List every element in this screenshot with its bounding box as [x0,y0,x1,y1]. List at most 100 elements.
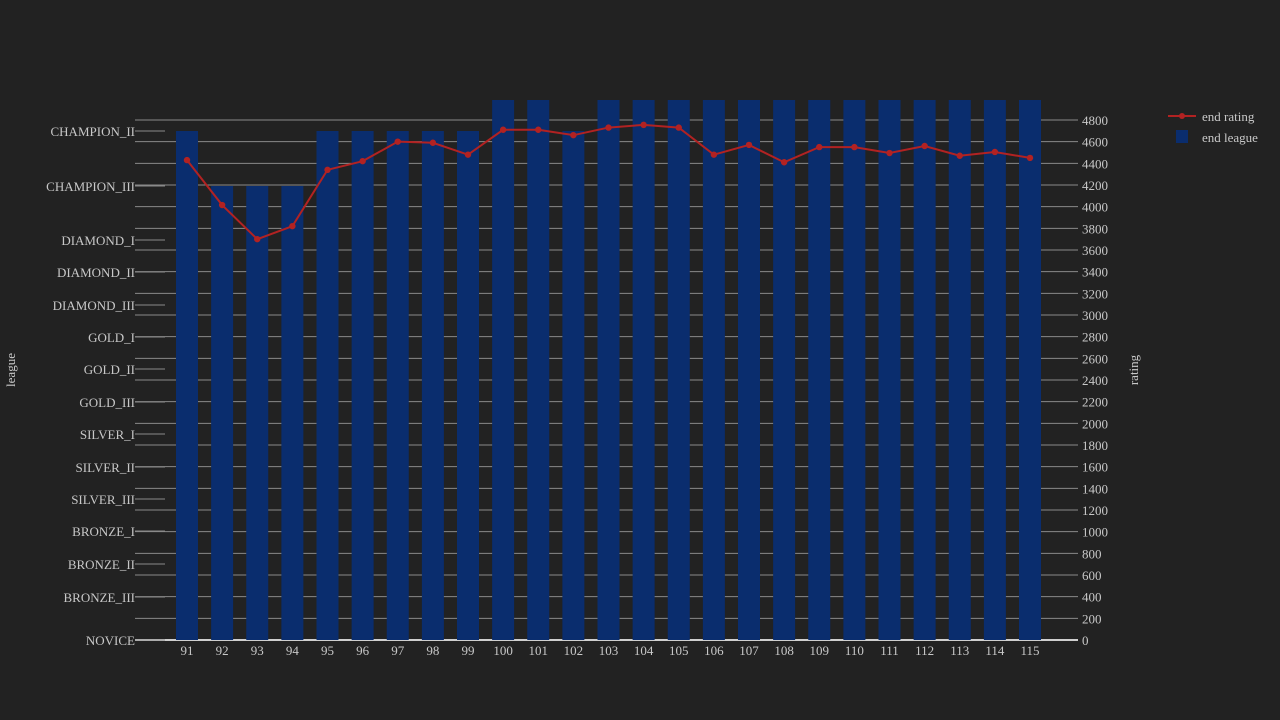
x-tick-label: 108 [774,643,794,658]
right-axis: 0 200 400 600 800 1000 1200 1400 1600 1800 2000 220… [1082,113,1108,648]
bar[interactable] [246,186,269,640]
rating-point[interactable] [851,143,858,151]
rating-point[interactable] [1026,154,1034,162]
bar[interactable] [702,100,725,640]
rating-point[interactable] [570,131,577,139]
bar[interactable] [983,100,1006,640]
left-tick-label: SILVER_I [80,427,135,442]
bar[interactable] [808,100,831,640]
rating-point[interactable] [254,235,261,243]
bar[interactable] [632,100,655,640]
left-tick-label: DIAMOND_II [57,265,135,280]
rating-point[interactable] [535,126,542,133]
left-tick-label: SILVER_II [76,460,135,475]
rating-point[interactable] [710,151,718,158]
bar[interactable] [527,100,550,640]
right-tick-label: 1800 [1082,438,1108,453]
right-tick-label: 1600 [1082,460,1108,475]
rating-point[interactable] [605,124,612,131]
rating-point[interactable] [921,142,928,150]
bar[interactable] [773,100,796,640]
x-tick-label: 101 [529,643,549,658]
bar[interactable] [316,131,339,640]
right-axis-title: rating [1126,354,1141,385]
right-tick-label: 3000 [1082,308,1108,323]
legend-bar-symbol [1176,130,1188,143]
x-tick-label: 106 [704,643,724,658]
rating-point[interactable] [780,159,788,166]
bar[interactable] [878,100,901,640]
bar[interactable] [492,100,515,640]
rating-point[interactable] [886,149,893,157]
x-tick-label: 99 [462,643,475,658]
legend-label-rating[interactable]: end rating [1202,109,1255,124]
x-tick-label: 110 [845,643,864,658]
bar[interactable] [457,131,479,640]
x-tick-label: 92 [216,643,229,658]
bar[interactable] [667,100,690,640]
x-tick-label: 97 [391,643,405,658]
right-tick-label: 3400 [1082,265,1108,280]
right-tick-label: 4200 [1082,178,1108,193]
bar[interactable] [738,100,760,640]
bar[interactable] [281,186,304,640]
rating-point[interactable] [956,152,963,159]
legend-label-league[interactable]: end league [1202,130,1258,145]
bar[interactable] [176,131,198,640]
right-tick-label: 0 [1082,633,1089,648]
right-tick-label: 1000 [1082,525,1108,540]
x-tick-label: 93 [251,643,264,658]
rating-point[interactable] [464,151,472,158]
right-tick-label: 200 [1082,611,1102,626]
rating-point[interactable] [289,222,296,230]
rating-point[interactable] [183,156,191,164]
bar[interactable] [421,131,444,640]
left-axis: NOVICE BRONZE_III BRONZE_II BRONZE_I SILVER_… [46,124,165,648]
rating-point[interactable] [745,141,753,149]
legend[interactable]: end rating end league [1168,109,1258,145]
x-tick-label: 91 [181,643,194,658]
bar[interactable] [562,131,585,640]
chart: 91 92 93 94 95 96 97 98 99 100 101 102 103 104 105 106 1… [3,100,1258,658]
bars [176,100,1041,640]
x-tick-label: 98 [426,643,439,658]
rating-point[interactable] [675,124,682,131]
left-tick-label: GOLD_I [88,330,135,345]
bar[interactable] [1019,100,1041,640]
bar[interactable] [913,100,936,640]
right-tick-label: 3800 [1082,221,1108,236]
rating-point[interactable] [218,201,226,209]
right-tick-label: 600 [1082,568,1102,583]
bar[interactable] [211,186,234,640]
x-tick-label: 111 [880,643,899,658]
right-tick-label: 800 [1082,546,1102,561]
bar[interactable] [597,100,620,640]
right-tick-label: 4800 [1082,113,1108,128]
x-tick-label: 96 [356,643,370,658]
bar[interactable] [843,100,866,640]
rating-point[interactable] [499,126,507,133]
x-tick-label: 115 [1020,643,1039,658]
right-tick-label: 1400 [1082,481,1108,496]
left-axis-title: league [3,353,18,387]
x-tick-label: 105 [669,643,689,658]
right-tick-label: 4600 [1082,135,1108,150]
x-tick-label: 94 [286,643,300,658]
rating-point[interactable] [359,157,366,165]
rating-point[interactable] [394,138,401,145]
right-tick-label: 400 [1082,590,1102,605]
left-tick-label: BRONZE_III [64,590,136,605]
right-tick-label: 2000 [1082,416,1108,431]
right-tick-label: 2200 [1082,395,1108,410]
x-tick-label: 112 [915,643,934,658]
left-tick-label: GOLD_II [84,362,135,377]
bar[interactable] [351,131,374,640]
bar[interactable] [386,131,409,640]
rating-point[interactable] [324,166,331,174]
right-tick-label: 4400 [1082,156,1108,171]
rating-point[interactable] [429,139,437,146]
rating-point[interactable] [640,121,647,129]
rating-point[interactable] [816,143,823,151]
rating-point[interactable] [991,148,999,156]
bar[interactable] [948,100,971,640]
